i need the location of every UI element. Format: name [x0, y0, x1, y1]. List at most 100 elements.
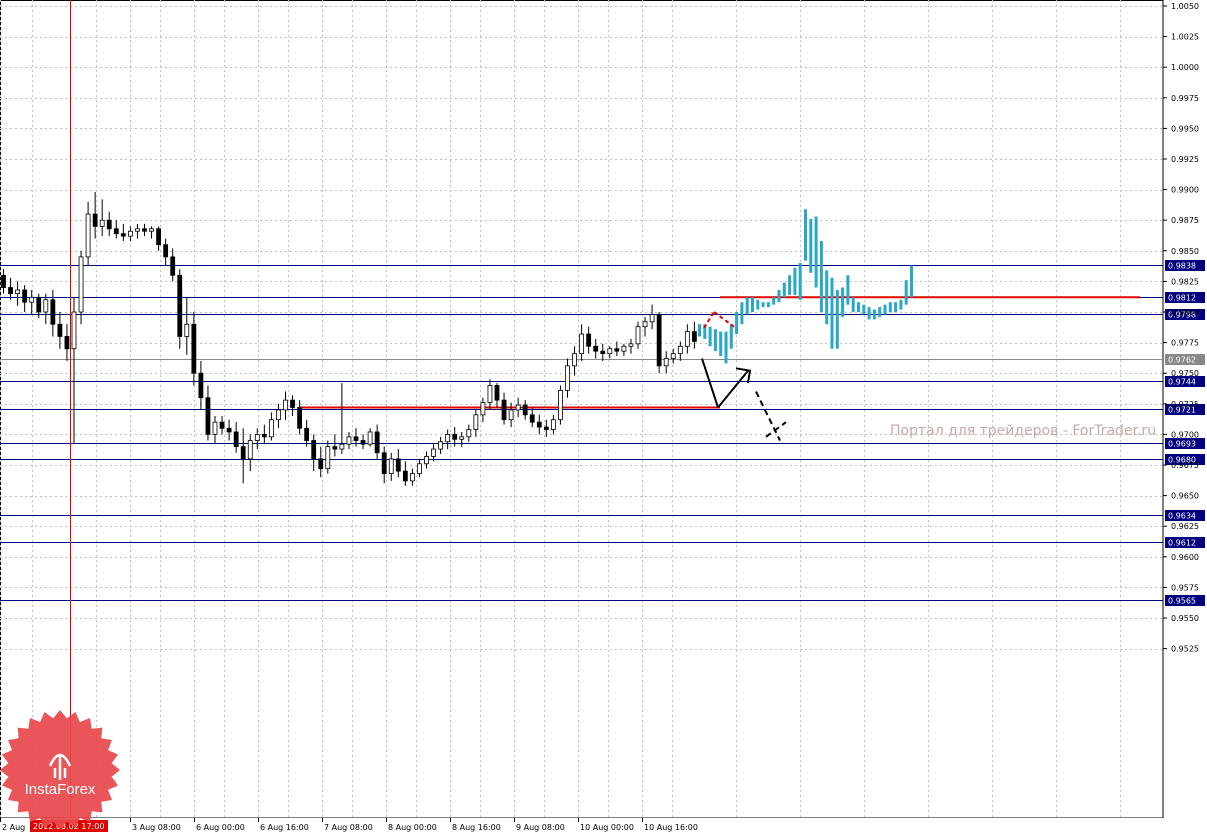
candle-body — [219, 421, 225, 429]
candle-body — [417, 463, 422, 474]
y-tick-label: 0.9625 — [1171, 522, 1199, 531]
level-label: 0.9744 — [1168, 378, 1196, 387]
projection-bar — [872, 309, 876, 320]
candle-body — [36, 296, 42, 313]
y-tick-label: 0.9600 — [1171, 553, 1199, 562]
y-tick-label: 0.9825 — [1171, 277, 1199, 286]
candle-body — [353, 436, 359, 441]
projection-bar — [819, 241, 823, 312]
y-tick-label: 0.9525 — [1171, 645, 1199, 654]
projection-bar — [867, 307, 871, 320]
candle-body — [177, 274, 183, 337]
y-tick-label: 0.9575 — [1171, 583, 1199, 592]
y-tick-label: 0.9925 — [1171, 155, 1199, 164]
candle-body — [198, 372, 204, 399]
y-tick-label: 0.9700 — [1171, 430, 1199, 439]
level-label: 0.9612 — [1168, 539, 1196, 548]
projection-bar — [735, 312, 739, 335]
candle-body — [127, 230, 133, 237]
candle-body — [402, 470, 408, 482]
projection-bar — [862, 304, 866, 315]
y-tick-label: 0.9875 — [1171, 216, 1199, 225]
y-tick-label: 0.9550 — [1171, 614, 1199, 623]
projection-bar — [830, 277, 834, 349]
x-tick-label: 9 Aug 08:00 — [516, 823, 565, 832]
candle-body — [184, 323, 190, 337]
candle-body — [163, 244, 169, 258]
x-tick-label: 3 Aug 08:00 — [132, 823, 181, 832]
candle-body — [170, 256, 176, 276]
candle-body — [642, 321, 648, 328]
candle-body — [529, 414, 535, 423]
candle-body — [29, 296, 35, 303]
candle-body — [64, 336, 70, 350]
candle-body — [367, 431, 373, 445]
candle-body — [649, 314, 655, 323]
candle-body — [339, 443, 345, 450]
x-tick-label: 10 Aug 16:00 — [644, 823, 698, 832]
instaforex-logo: InstaForex — [0, 710, 120, 830]
candle-body — [233, 431, 239, 448]
projection-bar — [766, 302, 770, 308]
y-tick-label: 0.9675 — [1171, 461, 1199, 470]
candle-body — [656, 314, 662, 367]
candle-body — [71, 311, 77, 350]
candle-body — [395, 458, 401, 472]
candle-body — [600, 350, 606, 355]
candle-body — [149, 228, 154, 232]
candle-body — [635, 326, 641, 345]
candle-body — [614, 348, 620, 352]
y-tick-label: 0.9800 — [1171, 308, 1199, 317]
forecast-arrow-down — [701, 358, 719, 408]
candle-body — [409, 473, 415, 482]
candle-body — [431, 448, 436, 457]
candle-body — [240, 446, 246, 460]
candle-body — [92, 213, 98, 227]
candle-body — [515, 404, 521, 411]
candle-body — [360, 440, 366, 445]
candle-body — [607, 348, 613, 355]
y-tick-label: 0.9650 — [1171, 492, 1199, 501]
projection-bar — [804, 209, 807, 261]
candle-body — [593, 345, 599, 352]
candle-body — [106, 219, 112, 230]
y-tick-label: 0.9900 — [1171, 186, 1199, 195]
candle-body — [501, 399, 507, 421]
candle-body — [290, 399, 295, 408]
projection-bar — [756, 299, 760, 310]
projection-bar — [888, 302, 892, 312]
candle-body — [1, 274, 6, 288]
projection-bar — [857, 302, 860, 312]
forecast-arrow-dashed-down — [755, 391, 781, 441]
candle-body — [381, 452, 387, 474]
candle-body — [43, 299, 49, 313]
time-axis: 2 Aug 3 Aug 08:00 6 Aug 00:00 6 Aug 16:00 7 … — [0, 818, 1207, 837]
candle-body — [22, 289, 28, 303]
candle-body — [670, 353, 676, 359]
projection-bar — [883, 304, 887, 315]
candle-body — [332, 446, 338, 450]
watermark-text: Портал для трейдеров - ForTrader.ru — [890, 423, 1156, 439]
projection-bar — [814, 216, 818, 288]
candle-body — [99, 219, 105, 227]
level-label: 0.9565 — [1168, 597, 1196, 606]
y-tick-label: 0.9775 — [1171, 339, 1199, 348]
candle-body — [276, 409, 281, 421]
y-tick-label: 0.9950 — [1171, 124, 1199, 133]
candle-body — [551, 419, 556, 430]
projection-bar — [899, 299, 903, 310]
logo-text: InstaForex — [25, 781, 96, 798]
projection-bar — [729, 324, 733, 349]
projection-bar — [904, 280, 908, 305]
candle-body — [494, 385, 500, 401]
x-tick-label: 6 Aug 16:00 — [260, 823, 309, 832]
candle-body — [424, 456, 429, 465]
candle-body — [692, 331, 697, 342]
projection-bar — [740, 302, 744, 325]
level-label: 0.9762 — [1168, 356, 1196, 365]
candle-body — [50, 299, 56, 325]
x-tick-label: 8 Aug 00:00 — [388, 823, 437, 832]
candle-body — [283, 399, 288, 411]
projection-bar — [851, 297, 855, 312]
projection-bar — [846, 275, 850, 305]
